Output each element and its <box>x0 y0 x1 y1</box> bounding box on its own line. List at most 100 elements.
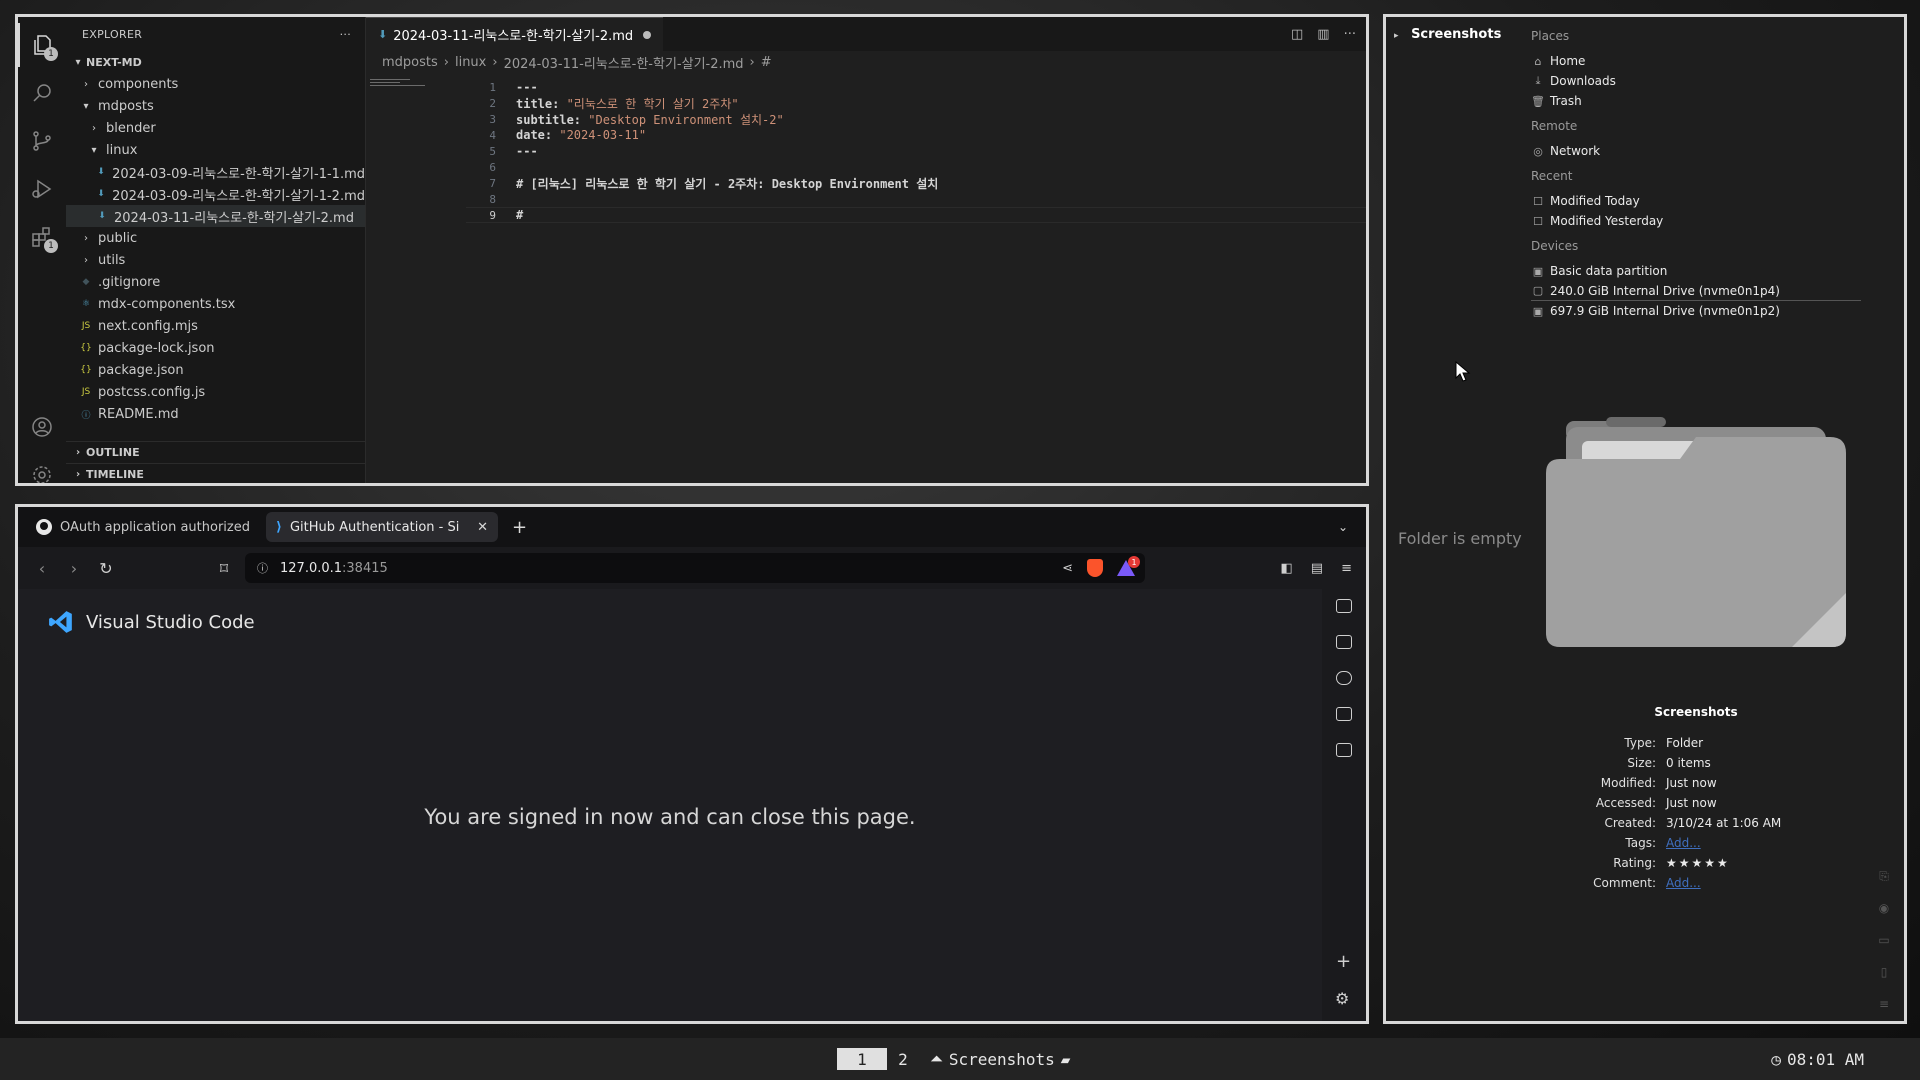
site-info-icon[interactable]: ⓘ <box>257 560 268 576</box>
clock[interactable]: ◷ 08:01 AM <box>1771 1048 1864 1070</box>
file-item[interactable]: JS postcss.config.js <box>66 381 365 403</box>
preview-eye-icon[interactable]: ◉ <box>1876 901 1892 915</box>
places-item[interactable]: ⌂ Home <box>1531 51 1861 71</box>
code-editor[interactable]: 1 --- 2 title: "리눅스로 한 학기 살기 2주차" 3 subtitle:… <box>366 75 1366 483</box>
js-file-icon: JS <box>81 321 91 331</box>
share-icon[interactable]: ⋖ <box>1062 561 1073 576</box>
folder-item[interactable]: ▾ linux <box>66 139 365 161</box>
breadcrumb-item[interactable]: linux <box>455 55 486 70</box>
extensions-icon[interactable]: 1 <box>18 215 66 259</box>
file-item[interactable]: ⬇ 2024-03-09-리눅스로-한-학기-살기-1-2.md <box>66 183 365 205</box>
active-window-indicator[interactable]: ⏶ Screenshots ▰ <box>930 1048 1070 1070</box>
places-item[interactable]: ⤓ Downloads <box>1531 71 1861 91</box>
code-line[interactable]: 7 # [리눅스] 리눅스로 한 학기 살기 - 2주차: Desktop Env… <box>466 175 1366 191</box>
expand-arrow-icon[interactable]: ▸ <box>1394 31 1399 41</box>
folder-item[interactable]: ▾ mdposts <box>66 95 365 117</box>
property-value[interactable]: ★★★★★ <box>1666 856 1730 870</box>
sidebar-add-icon[interactable]: + <box>1336 951 1351 972</box>
project-section[interactable]: ▾ NEXT-MD <box>66 51 365 73</box>
places-item[interactable]: ▣ 697.9 GiB Internal Drive (nvme0n1p2) <box>1531 301 1861 321</box>
file-item[interactable]: ⚛ mdx-components.tsx <box>66 293 365 315</box>
search-icon[interactable] <box>18 71 66 115</box>
run-debug-icon[interactable] <box>18 167 66 211</box>
open-with-icon[interactable]: ⎘ <box>1876 869 1892 884</box>
explorer-icon[interactable]: 1 <box>18 23 66 67</box>
sidebar-media-icon[interactable] <box>1336 599 1352 613</box>
file-item[interactable]: ⬇ 2024-03-11-리눅스로-한-학기-살기-2.md <box>66 205 365 227</box>
minimap[interactable] <box>370 79 440 93</box>
account-icon[interactable] <box>18 405 66 449</box>
code-line[interactable]: 6 <box>466 159 1366 175</box>
editor-tab[interactable]: ⬇ 2024-03-11-리눅스로-한-학기-살기-2.md <box>366 17 664 51</box>
code-line[interactable]: 1 --- <box>466 79 1366 95</box>
file-item[interactable]: ⬇ 2024-03-09-리눅스로-한-학기-살기-1-1.md <box>66 161 365 183</box>
new-folder-icon[interactable]: ▭ <box>1876 933 1892 947</box>
app-arrow-icon: ⏶ <box>930 1049 943 1068</box>
code-line[interactable]: 5 --- <box>466 143 1366 159</box>
close-tab-icon[interactable]: ✕ <box>477 520 488 535</box>
project-name: NEXT-MD <box>86 55 142 69</box>
timeline-section[interactable]: › TIMELINE <box>66 463 365 483</box>
folder-item[interactable]: › utils <box>66 249 365 271</box>
file-item[interactable]: ◆ .gitignore <box>66 271 365 293</box>
settings-gear-icon[interactable] <box>18 453 66 483</box>
file-item[interactable]: {} package-lock.json <box>66 337 365 359</box>
file-item[interactable]: {} package.json <box>66 359 365 381</box>
folder-item[interactable]: › components <box>66 73 365 95</box>
open-preview-icon[interactable]: ◫ <box>1291 27 1303 42</box>
folder-item[interactable]: › blender <box>66 117 365 139</box>
places-item[interactable]: ☐ Modified Today <box>1531 191 1861 211</box>
workspace-1-button[interactable]: 1 <box>837 1048 887 1070</box>
sidebar-toggle-icon[interactable]: ◧ <box>1281 561 1293 576</box>
split-view-icon[interactable]: ▯ <box>1876 965 1892 979</box>
code-line[interactable]: 4 date: "2024-03-11" <box>466 127 1366 143</box>
places-item[interactable]: ◎ Network <box>1531 141 1861 161</box>
more-actions-icon[interactable]: ··· <box>1344 27 1356 42</box>
browser-tab-oauth[interactable]: OAuth application authorized <box>26 512 260 542</box>
sidebar-wallet-icon[interactable] <box>1336 635 1352 649</box>
new-tab-button[interactable]: + <box>512 517 527 538</box>
file-item[interactable]: JS next.config.mjs <box>66 315 365 337</box>
code-line[interactable]: 3 subtitle: "Desktop Environment 설치-2" <box>466 111 1366 127</box>
file-item[interactable]: ⓘ README.md <box>66 403 365 425</box>
reload-button[interactable]: ↻ <box>90 559 122 578</box>
back-button[interactable]: ‹ <box>26 559 58 578</box>
bookmark-icon[interactable]: ⌑ <box>208 559 240 578</box>
address-bar[interactable]: ⓘ 127.0.0.1:38415 ⋖ 1 <box>245 553 1145 583</box>
outline-section[interactable]: › OUTLINE <box>66 441 365 463</box>
property-value[interactable]: Add... <box>1666 836 1701 850</box>
code-line[interactable]: 8 <box>466 191 1366 207</box>
source-control-icon[interactable] <box>18 119 66 163</box>
breadcrumb-item[interactable]: 2024-03-11-리눅스로-한-학기-살기-2.md <box>504 53 744 72</box>
property-value[interactable]: Add... <box>1666 876 1701 890</box>
places-item[interactable]: ☐ Modified Yesterday <box>1531 211 1861 231</box>
places-item[interactable]: ▣ Basic data partition <box>1531 261 1861 281</box>
breadcrumb-item[interactable]: mdposts <box>382 55 438 70</box>
property-value: Just now <box>1666 776 1717 790</box>
sidebar-settings-icon[interactable]: ⚙ <box>1335 989 1349 1008</box>
sidebar-reading-list-icon[interactable] <box>1336 743 1352 757</box>
breadcrumb-item[interactable]: # <box>761 55 772 70</box>
browser-tab-github-auth[interactable]: ⟩ GitHub Authentication - Si ✕ <box>265 512 498 542</box>
sidebar-rewards-icon[interactable] <box>1336 671 1352 685</box>
list-view-icon[interactable]: ≡ <box>1876 997 1892 1011</box>
workspace-2-button[interactable]: 2 <box>893 1048 913 1070</box>
line-number: 4 <box>489 128 496 142</box>
folder-item[interactable]: › public <box>66 227 365 249</box>
line-text: date: "2024-03-11" <box>516 128 647 142</box>
explorer-more-button[interactable]: ··· <box>340 28 351 41</box>
unsaved-dot-icon[interactable] <box>643 30 652 39</box>
brave-rewards-icon[interactable]: 1 <box>1117 556 1140 576</box>
menu-icon[interactable]: ≡ <box>1341 561 1352 576</box>
code-line[interactable]: 9 # <box>466 207 1366 223</box>
location-header[interactable]: ▸ Screenshots <box>1394 27 1501 42</box>
wallet-icon[interactable]: ▤ <box>1311 561 1323 576</box>
split-editor-icon[interactable]: ▥ <box>1317 27 1329 42</box>
code-line[interactable]: 2 title: "리눅스로 한 학기 살기 2주차" <box>466 95 1366 111</box>
forward-button[interactable]: › <box>58 559 90 578</box>
brave-shields-icon[interactable] <box>1087 559 1103 577</box>
places-item[interactable]: ▢ 240.0 GiB Internal Drive (nvme0n1p4) <box>1531 281 1861 301</box>
tab-list-chevron-icon[interactable]: ⌄ <box>1338 520 1348 534</box>
sidebar-bookmarks-icon[interactable] <box>1336 707 1352 721</box>
places-item[interactable]: 🗑 Trash <box>1531 91 1861 111</box>
